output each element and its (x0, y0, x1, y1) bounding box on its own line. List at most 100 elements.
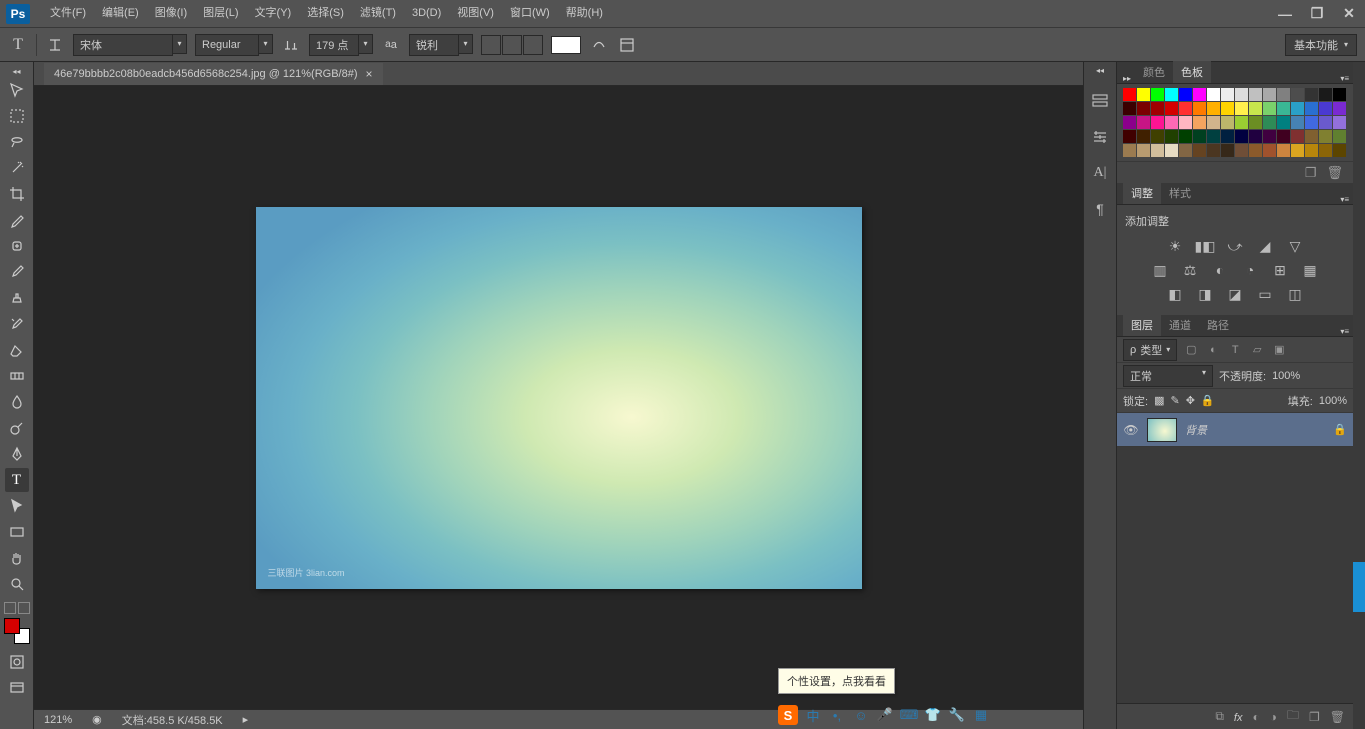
swatch[interactable] (1137, 102, 1150, 115)
photo-filter-button[interactable]: ◔ (1240, 261, 1260, 279)
lasso-tool[interactable] (5, 130, 29, 154)
default-colors-button[interactable] (4, 602, 16, 614)
swatch[interactable] (1263, 88, 1276, 101)
swatch[interactable] (1305, 116, 1318, 129)
new-swatch-button[interactable]: ❐ (1305, 165, 1317, 181)
marquee-tool[interactable] (5, 104, 29, 128)
threshold-button[interactable]: ◪ (1225, 285, 1245, 303)
warp-text-button[interactable] (589, 35, 609, 55)
swatch[interactable] (1235, 102, 1248, 115)
channels-tab[interactable]: 通道 (1161, 314, 1199, 336)
eyedropper-tool[interactable] (5, 208, 29, 232)
channel-mixer-button[interactable]: ⊞ (1270, 261, 1290, 279)
menu-help[interactable]: 帮助(H) (558, 0, 611, 27)
filter-type-icon[interactable]: T (1227, 342, 1243, 358)
canvas[interactable]: 三联图片 3lian.com (34, 86, 1083, 709)
new-group-button[interactable]: 🗀 (1287, 706, 1299, 727)
gradient-tool[interactable] (5, 364, 29, 388)
layer-visibility-toggle[interactable]: 👁 (1123, 423, 1139, 437)
menu-type[interactable]: 文字(Y) (247, 0, 300, 27)
fill-value[interactable]: 100% (1319, 395, 1347, 407)
menu-file[interactable]: 文件(F) (42, 0, 94, 27)
ime-tooltip[interactable]: 个性设置，点我看看 (778, 668, 895, 694)
zoom-tool[interactable] (5, 572, 29, 596)
swatch[interactable] (1123, 88, 1136, 101)
swatch[interactable] (1207, 116, 1220, 129)
swatch[interactable] (1319, 88, 1332, 101)
swatch[interactable] (1179, 130, 1192, 143)
status-arrow-icon[interactable]: ▸ (243, 713, 249, 726)
character-panel-icon[interactable]: A| (1089, 162, 1111, 184)
text-orientation-button[interactable] (45, 35, 65, 55)
menu-select[interactable]: 选择(S) (299, 0, 352, 27)
healing-brush-tool[interactable] (5, 234, 29, 258)
align-right-button[interactable] (523, 35, 543, 55)
swatch[interactable] (1249, 116, 1262, 129)
clone-stamp-tool[interactable] (5, 286, 29, 310)
paragraph-panel-icon[interactable]: ¶ (1089, 198, 1111, 220)
swap-colors-button[interactable] (18, 602, 30, 614)
swatch[interactable] (1305, 144, 1318, 157)
swatch[interactable] (1207, 88, 1220, 101)
bw-adjustment-button[interactable]: ◐ (1210, 261, 1230, 279)
window-minimize-button[interactable]: — (1269, 4, 1301, 24)
menu-filter[interactable]: 滤镜(T) (352, 0, 404, 27)
layers-panel-menu-button[interactable]: ▾≡ (1340, 327, 1349, 336)
swatch[interactable] (1179, 88, 1192, 101)
menu-window[interactable]: 窗口(W) (502, 0, 558, 27)
swatch[interactable] (1151, 116, 1164, 129)
history-panel-icon[interactable] (1089, 90, 1111, 112)
swatch[interactable] (1165, 130, 1178, 143)
swatch[interactable] (1333, 116, 1346, 129)
swatch[interactable] (1333, 130, 1346, 143)
swatch[interactable] (1151, 130, 1164, 143)
menu-edit[interactable]: 编辑(E) (94, 0, 147, 27)
swatch[interactable] (1319, 144, 1332, 157)
opacity-value[interactable]: 100% (1272, 370, 1300, 382)
align-center-button[interactable] (502, 35, 522, 55)
color-balance-button[interactable]: ⚖ (1180, 261, 1200, 279)
quick-mask-button[interactable] (5, 650, 29, 674)
hand-tool[interactable] (5, 546, 29, 570)
dock-collapse-button[interactable]: ◂◂ (1096, 66, 1104, 76)
properties-panel-icon[interactable] (1089, 126, 1111, 148)
antialias-select[interactable]: 锐利 (409, 34, 459, 56)
menu-view[interactable]: 视图(V) (449, 0, 502, 27)
filter-pixel-icon[interactable]: ▢ (1183, 342, 1199, 358)
brightness-adjustment-button[interactable]: ☀ (1165, 237, 1185, 255)
magic-wand-tool[interactable] (5, 156, 29, 180)
swatch[interactable] (1123, 116, 1136, 129)
antialias-dropdown[interactable]: ▾ (459, 34, 473, 54)
status-flyout-icon[interactable]: ◉ (92, 713, 102, 726)
swatch[interactable] (1137, 88, 1150, 101)
brush-tool[interactable] (5, 260, 29, 284)
swatch[interactable] (1277, 130, 1290, 143)
swatch[interactable] (1263, 130, 1276, 143)
swatch[interactable] (1123, 144, 1136, 157)
swatch[interactable] (1151, 88, 1164, 101)
paths-tab[interactable]: 路径 (1199, 314, 1237, 336)
layer-name[interactable]: 背景 (1185, 422, 1207, 438)
swatch[interactable] (1249, 130, 1262, 143)
swatch[interactable] (1291, 88, 1304, 101)
delete-swatch-button[interactable]: 🗑 (1326, 165, 1343, 181)
font-style-dropdown[interactable]: ▾ (259, 34, 273, 54)
ime-tools-button[interactable]: 🔧 (948, 706, 966, 724)
swatch[interactable] (1165, 102, 1178, 115)
swatch[interactable] (1235, 130, 1248, 143)
swatch[interactable] (1221, 130, 1234, 143)
ime-skin-button[interactable]: 👕 (924, 706, 942, 724)
color-picker[interactable] (4, 618, 30, 644)
ime-keyboard-button[interactable]: ⌨ (900, 706, 918, 724)
tool-preset-icon[interactable]: T (8, 35, 28, 55)
menu-layer[interactable]: 图层(L) (195, 0, 246, 27)
swatch[interactable] (1333, 144, 1346, 157)
ime-emoji-button[interactable]: ☺ (852, 706, 870, 724)
selective-color-button[interactable]: ◫ (1285, 285, 1305, 303)
vibrance-adjustment-button[interactable]: ▽ (1285, 237, 1305, 255)
invert-adjustment-button[interactable]: ◧ (1165, 285, 1185, 303)
lock-pixels-button[interactable]: ✎ (1170, 394, 1179, 407)
zoom-level[interactable]: 121% (44, 714, 72, 726)
swatch[interactable] (1193, 144, 1206, 157)
swatch[interactable] (1305, 88, 1318, 101)
